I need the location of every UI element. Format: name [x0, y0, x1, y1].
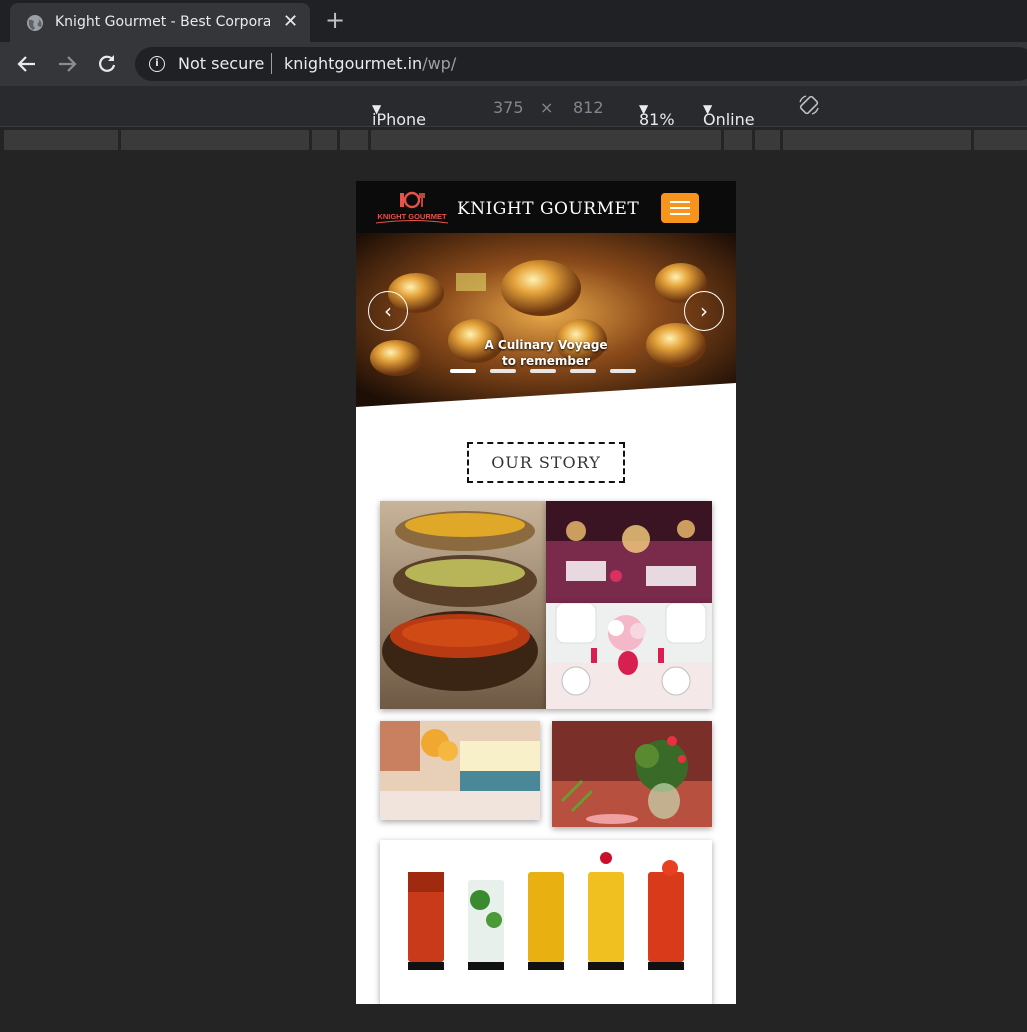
- slider-dot[interactable]: [610, 369, 636, 373]
- tab-title: Knight Gourmet - Best Corporate: [55, 14, 270, 30]
- centerpiece-photo: [552, 721, 712, 827]
- new-tab-button[interactable]: +: [325, 6, 345, 34]
- media-query-segment[interactable]: [121, 130, 309, 150]
- hamburger-icon: [670, 201, 690, 203]
- media-query-segment[interactable]: [4, 130, 118, 150]
- hamburger-line: [670, 213, 690, 215]
- browser-toolbar: i Not secure knightgourmet.in/wp/: [0, 42, 1027, 86]
- forward-arrow-icon[interactable]: [57, 55, 77, 73]
- media-query-segment[interactable]: [755, 130, 780, 150]
- url-text[interactable]: knightgourmet.in/wp/: [284, 54, 456, 73]
- slider-prev-button[interactable]: ‹: [368, 291, 408, 331]
- hero-caption: A Culinary Voyage to remember: [356, 337, 736, 369]
- zoom-select[interactable]: 81% ▼: [639, 98, 675, 129]
- spices-photo: [380, 501, 546, 709]
- banquet-hall-photo: [546, 501, 712, 603]
- security-label[interactable]: Not secure: [178, 54, 264, 73]
- cocktails-photo: [380, 840, 712, 1004]
- url-path: /wp/: [422, 54, 457, 73]
- zoom-value: 81%: [639, 110, 675, 129]
- device-viewport: KNIGHT GOURMET KNIGHT GOURMET ‹ › A Culi…: [356, 181, 736, 1004]
- menu-button[interactable]: [661, 193, 699, 223]
- device-select[interactable]: iPhone X ▼: [372, 98, 426, 148]
- hero-caption-line1: A Culinary Voyage: [484, 338, 608, 352]
- hero-slider[interactable]: ‹ › A Culinary Voyage to remember: [356, 233, 736, 411]
- logo-wordmark: KNIGHT GOURMET: [377, 212, 447, 221]
- address-bar[interactable]: i Not secure knightgourmet.in/wp/: [135, 47, 1027, 81]
- tab-strip: Knight Gourmet - Best Corporate ✕ +: [0, 0, 1027, 42]
- site-brand[interactable]: KNIGHT GOURMET: [457, 199, 639, 219]
- close-tab-icon[interactable]: ✕: [283, 11, 298, 32]
- media-query-bar: [0, 128, 1027, 150]
- globe-icon: [27, 15, 43, 31]
- slider-dot[interactable]: [490, 369, 516, 373]
- back-arrow-icon[interactable]: [17, 55, 37, 73]
- hero-image: [356, 233, 736, 411]
- media-query-segment[interactable]: [974, 130, 1027, 150]
- hamburger-line: [670, 207, 690, 209]
- info-icon[interactable]: i: [149, 56, 165, 72]
- section-title: OUR STORY: [467, 442, 625, 483]
- network-select[interactable]: Online ▼: [703, 98, 755, 129]
- media-query-segment[interactable]: [340, 130, 368, 150]
- viewport-width-input[interactable]: 375: [493, 98, 524, 117]
- media-query-segment[interactable]: [312, 130, 337, 150]
- slider-next-button[interactable]: ›: [684, 291, 724, 331]
- rotate-icon[interactable]: [798, 94, 820, 116]
- slider-dot[interactable]: [570, 369, 596, 373]
- slider-dot[interactable]: [450, 369, 476, 373]
- knight-gourmet-logo[interactable]: KNIGHT GOURMET: [372, 191, 452, 229]
- network-value: Online: [703, 110, 755, 129]
- media-query-segment[interactable]: [371, 130, 721, 150]
- buffet-flowers-photo: [380, 721, 540, 820]
- hero-caption-line2: to remember: [501, 354, 590, 368]
- media-query-segment[interactable]: [783, 130, 971, 150]
- viewport-height-input[interactable]: 812: [573, 98, 604, 117]
- media-query-segment[interactable]: [724, 130, 752, 150]
- site-header: KNIGHT GOURMET KNIGHT GOURMET: [356, 181, 736, 233]
- table-setting-photo: [546, 603, 712, 709]
- slider-dot[interactable]: [530, 369, 556, 373]
- dimension-times: ×: [540, 98, 554, 117]
- device-toolbar: iPhone X ▼ 375 × 812 81% ▼ Online ▼: [0, 86, 1027, 148]
- browser-tab[interactable]: Knight Gourmet - Best Corporate ✕: [10, 3, 310, 42]
- url-host: knightgourmet.in: [284, 54, 423, 73]
- address-separator: [271, 53, 272, 74]
- reload-icon[interactable]: [97, 54, 117, 74]
